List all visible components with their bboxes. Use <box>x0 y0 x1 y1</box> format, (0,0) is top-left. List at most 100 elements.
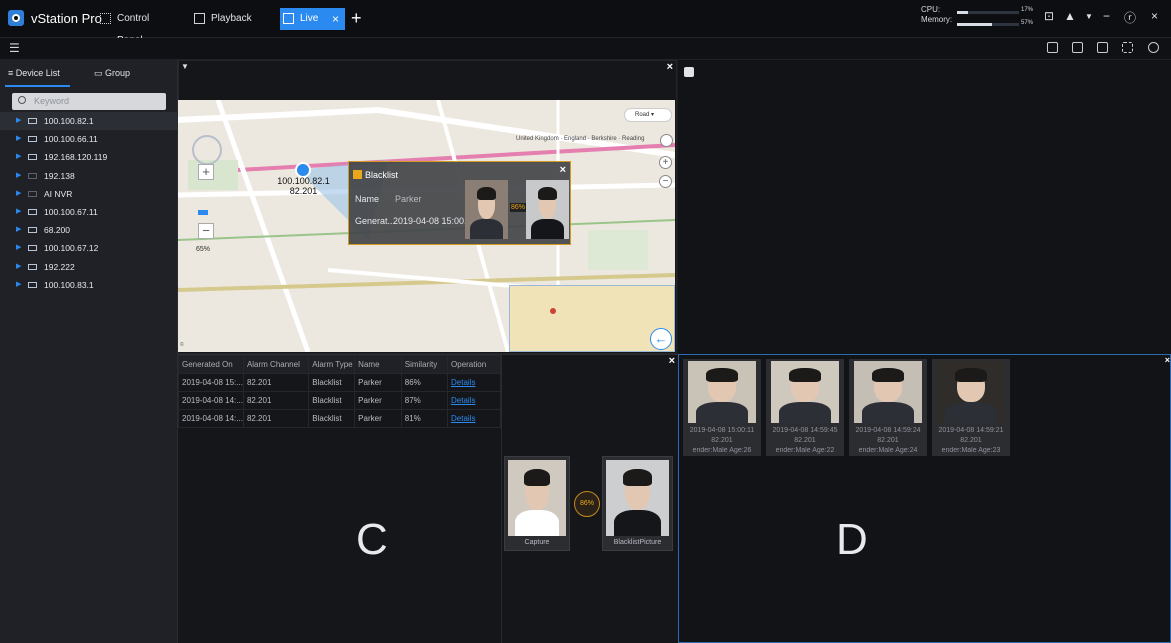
snapshot-card[interactable]: 2019-04-08 14:59:24 82.201 ender:Male Age:… <box>849 359 927 456</box>
divider <box>501 355 502 643</box>
memory-percent: 57% <box>1021 20 1034 26</box>
minimize-icon[interactable]: − <box>1103 9 1110 23</box>
pane-label-c: C <box>356 515 388 564</box>
device-item[interactable]: ▶ 192.222 <box>0 258 177 276</box>
details-link[interactable]: Details <box>451 414 475 423</box>
expand-arrow-icon[interactable]: ▶ <box>16 148 21 166</box>
expand-arrow-icon[interactable]: ▶ <box>16 258 21 276</box>
device-item[interactable]: ▶ 100.100.67.12 <box>0 239 177 257</box>
column-header: Name <box>354 355 402 374</box>
pan-control-icon[interactable] <box>192 135 222 165</box>
snapshot-info: ender:Male Age:23 <box>941 447 1001 454</box>
single-view-icon[interactable] <box>1047 42 1058 53</box>
close-pane-icon[interactable]: × <box>667 61 673 73</box>
cpu-label: CPU: <box>921 5 941 14</box>
table-row[interactable]: 2019-04-08 14:... 82.201 Blacklist Parker 87… <box>178 391 501 410</box>
tab-device-list[interactable]: ≡ Device List <box>8 68 60 78</box>
device-item[interactable]: ▶ 192.138 <box>0 167 177 185</box>
expand-arrow-icon[interactable]: ▶ <box>16 276 21 294</box>
grid-icon <box>100 13 111 24</box>
table-cell: 87% <box>400 391 449 410</box>
table-row[interactable]: 2019-04-08 15:... 82.201 Blacklist Parker 86… <box>178 373 501 392</box>
snapshot-info: ender:Male Age:22 <box>775 447 835 454</box>
device-icon <box>28 118 37 124</box>
device-icon <box>28 227 37 234</box>
map-zoom-in-icon[interactable]: + <box>659 156 672 169</box>
locate-icon[interactable] <box>660 134 673 147</box>
settings-icon[interactable] <box>1148 42 1159 53</box>
device-icon <box>28 172 37 179</box>
snapshot-time: 2019-04-08 14:59:21 <box>938 427 1004 434</box>
expand-arrow-icon[interactable]: ▶ <box>16 167 21 185</box>
marker-ip: 100.100.82.1 <box>277 176 330 186</box>
popup-title: Blacklist <box>365 170 399 180</box>
expand-arrow-icon[interactable]: ▶ <box>16 112 21 130</box>
snapshot-card[interactable]: 2019-04-08 15:00:11 82.201 ender:Male Age:… <box>683 359 761 456</box>
expand-arrow-icon[interactable]: ▶ <box>16 185 21 203</box>
user-menu-chevron-down-icon[interactable]: ▼ <box>1085 12 1093 21</box>
layout-grid-icon[interactable] <box>1122 42 1133 53</box>
table-cell: 82.201 <box>242 373 310 392</box>
close-pane-icon[interactable]: × <box>669 355 675 367</box>
map-zoom-out-icon[interactable]: − <box>659 175 672 188</box>
details-link[interactable]: Details <box>451 378 475 387</box>
user-icon[interactable]: ▲ <box>1064 9 1076 23</box>
popup-close-icon[interactable]: × <box>560 164 566 176</box>
restore-icon[interactable]: ⓡ <box>1124 9 1136 26</box>
minimap[interactable]: ← <box>509 285 675 352</box>
zoom-out-button[interactable]: − <box>198 223 214 239</box>
location-breadcrumb: United Kingdom · England · Berkshire · R… <box>516 136 645 142</box>
expand-arrow-icon[interactable]: ▶ <box>16 239 21 257</box>
tab-live[interactable]: Live × <box>280 8 345 30</box>
marker-channel: 82.201 <box>289 186 318 196</box>
close-tab-icon[interactable]: × <box>332 8 339 30</box>
back-arrow-icon[interactable]: ← <box>650 328 672 350</box>
pane-menu-icon[interactable] <box>684 67 694 77</box>
device-item[interactable]: ▶ 68.200 <box>0 221 177 239</box>
tab-group[interactable]: ▭ Group <box>94 68 130 79</box>
toolbar: ☰ <box>0 38 1171 60</box>
popup-generated-label: Generat... <box>355 216 396 226</box>
snapshot-image <box>937 361 1005 423</box>
device-item[interactable]: ▶ AI NVR <box>0 185 177 203</box>
zoom-slider[interactable] <box>198 210 208 215</box>
device-item[interactable]: ▶ 100.100.66.11 <box>0 130 177 148</box>
zoom-in-button[interactable]: + <box>198 164 214 180</box>
snapshot-info: ender:Male Age:26 <box>692 447 752 454</box>
expand-arrow-icon[interactable]: ▶ <box>16 221 21 239</box>
close-icon[interactable]: × <box>1151 9 1158 23</box>
tab-label: Device List <box>15 68 60 78</box>
tab-playback[interactable]: Playback <box>191 8 261 30</box>
collapse-menu-icon[interactable]: ☰ <box>9 41 20 55</box>
close-pane-icon[interactable]: × <box>1165 355 1170 365</box>
pane-menu-chevron-down-icon[interactable]: ▼ <box>181 62 189 71</box>
search-input[interactable]: Keyword <box>12 93 166 110</box>
device-item[interactable]: ▶ 100.100.83.1 <box>0 276 177 294</box>
blacklist-popup[interactable]: Blacklist × Name Parker Generat... 2019-… <box>348 161 571 245</box>
frame-view-icon[interactable] <box>1072 42 1083 53</box>
screenshot-icon[interactable] <box>1097 42 1108 53</box>
expand-arrow-icon[interactable]: ▶ <box>16 203 21 221</box>
device-item[interactable]: ▶ 100.100.82.1 <box>0 112 177 130</box>
table-cell: 81% <box>400 409 449 428</box>
table-header-row: Generated On Alarm Channel Alarm Type Name S… <box>178 355 501 374</box>
expand-arrow-icon[interactable]: ▶ <box>16 130 21 148</box>
snapshot-card[interactable]: 2019-04-08 14:59:21 82.201 ender:Male Age:… <box>932 359 1010 456</box>
search-placeholder: Keyword <box>34 96 70 106</box>
snapshot-channel: 82.201 <box>877 437 899 444</box>
tab-control-panel[interactable]: Control Panel <box>97 8 177 46</box>
details-link[interactable]: Details <box>451 396 475 405</box>
blacklist-image <box>606 460 669 536</box>
device-item[interactable]: ▶ 192.168.120.119 <box>0 148 177 166</box>
alarm-table: Generated On Alarm Channel Alarm Type Name S… <box>178 355 501 428</box>
capture-card[interactable]: Capture <box>504 456 570 551</box>
snapshot-image <box>688 361 756 423</box>
snapshot-card[interactable]: 2019-04-08 14:59:45 82.201 ender:Male Age:… <box>766 359 844 456</box>
table-cell: Blacklist <box>308 373 356 392</box>
device-item[interactable]: ▶ 100.100.67.11 <box>0 203 177 221</box>
table-row[interactable]: 2019-04-08 14:... 82.201 Blacklist Parker 81… <box>178 409 501 428</box>
map-type-dropdown[interactable]: Road ▾ <box>624 108 672 122</box>
blacklist-card[interactable]: BlacklistPicture <box>602 456 673 551</box>
add-tab-button[interactable]: + <box>351 8 362 29</box>
fullscreen-icon[interactable]: ⊡ <box>1044 9 1054 23</box>
